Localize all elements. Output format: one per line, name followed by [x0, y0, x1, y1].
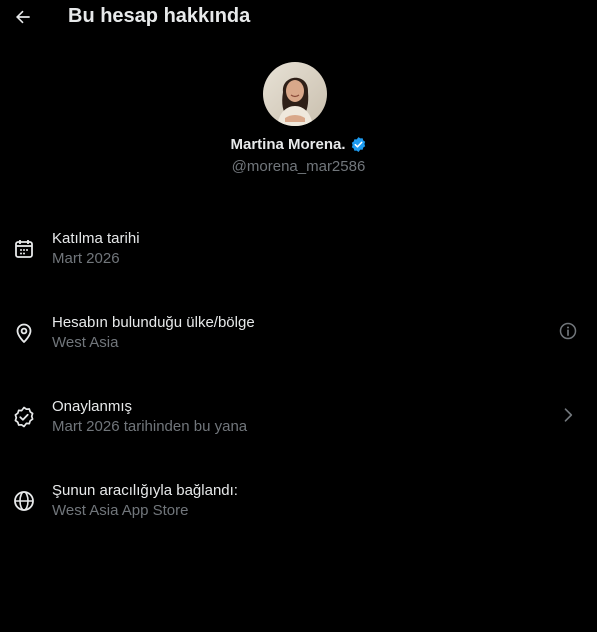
- user-handle: @morena_mar2586: [231, 158, 366, 175]
- row-label: Şunun aracılığıyla bağlandı:: [52, 482, 238, 499]
- info-row-join-date: Katılma tarihi Mart 2026: [0, 226, 597, 274]
- verified-check-icon: [12, 405, 36, 429]
- chevron-right-icon[interactable]: [558, 405, 578, 425]
- globe-icon: [12, 489, 36, 513]
- avatar[interactable]: [263, 62, 327, 126]
- row-label: Onaylanmış: [52, 398, 133, 415]
- name-row: Martina Morena.: [0, 136, 597, 153]
- row-value: West Asia: [52, 334, 119, 351]
- info-icon[interactable]: [558, 321, 578, 341]
- row-value: Mart 2026 tarihinden bu yana: [52, 418, 248, 435]
- display-name: Martina Morena.: [230, 136, 346, 153]
- page-title: Bu hesap hakkında: [68, 5, 251, 27]
- arrow-left-icon: [13, 7, 33, 27]
- location-pin-icon: [12, 321, 36, 345]
- verified-badge-icon: [350, 136, 367, 153]
- info-row-connected-via: Şunun aracılığıyla bağlandı: West Asia A…: [0, 478, 597, 526]
- back-button[interactable]: [10, 4, 36, 30]
- info-row-verified[interactable]: Onaylanmış Mart 2026 tarihinden bu yana: [0, 394, 597, 442]
- row-value: West Asia App Store: [52, 502, 189, 519]
- row-label: Katılma tarihi: [52, 230, 140, 247]
- header-bar: Bu hesap hakkında: [0, 0, 597, 34]
- row-value: Mart 2026: [52, 250, 120, 267]
- row-label: Hesabın bulunduğu ülke/bölge: [52, 314, 255, 331]
- calendar-icon: [12, 237, 36, 261]
- info-row-location: Hesabın bulunduğu ülke/bölge West Asia: [0, 310, 597, 358]
